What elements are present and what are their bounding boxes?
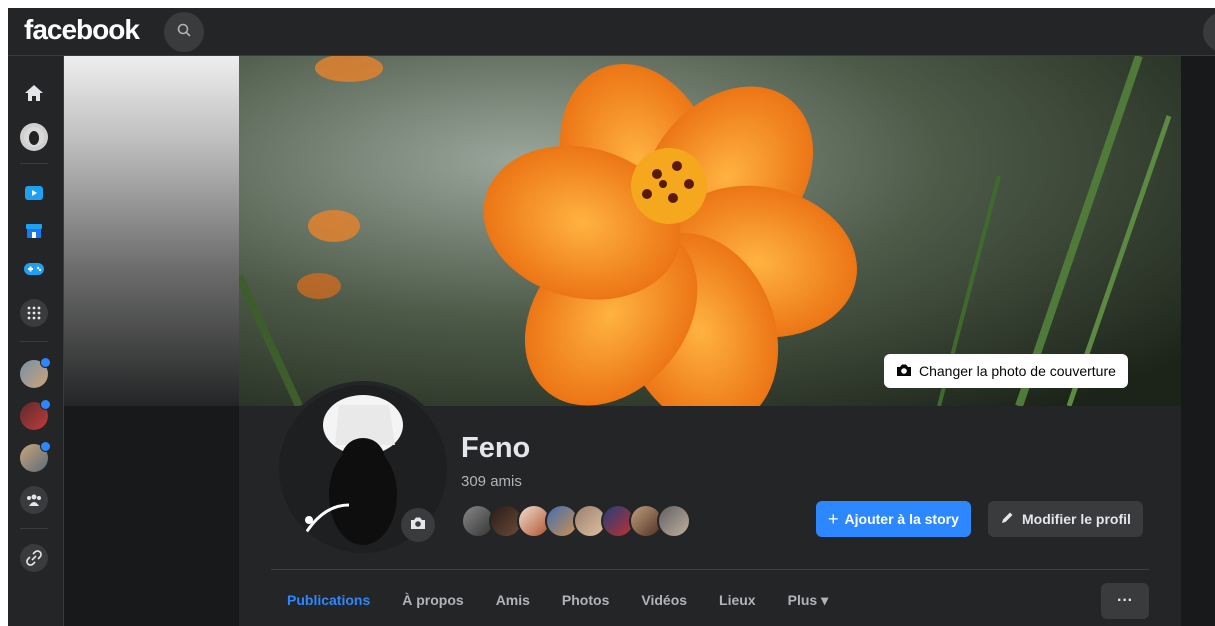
edit-profile-button[interactable]: Modifier le profil: [988, 501, 1143, 537]
marketplace-icon[interactable]: [20, 217, 48, 245]
camera-icon: [896, 363, 912, 380]
group-shortcut-2[interactable]: [20, 399, 51, 430]
group-shortcut-3[interactable]: [20, 441, 51, 472]
cover-left-fade: [64, 56, 239, 406]
tab-more[interactable]: Plus ▾: [772, 578, 844, 622]
add-to-story-label: Ajouter à la story: [844, 511, 959, 527]
tab-places[interactable]: Lieux: [703, 578, 772, 622]
change-cover-label: Changer la photo de couverture: [919, 363, 1116, 379]
edit-profile-label: Modifier le profil: [1022, 511, 1131, 527]
watch-icon[interactable]: [20, 179, 48, 207]
home-icon[interactable]: [20, 79, 48, 107]
tab-about[interactable]: À propos: [386, 578, 479, 622]
search-icon: [177, 23, 191, 42]
add-to-story-button[interactable]: + Ajouter à la story: [816, 501, 971, 537]
facebook-logo[interactable]: facebook: [24, 14, 140, 46]
app-frame: facebook Changer la photo de couverture …: [8, 8, 1215, 626]
menu-grid-icon[interactable]: [20, 299, 48, 327]
left-shortcut-rail: [8, 56, 64, 626]
update-avatar-button[interactable]: [401, 508, 435, 542]
profile-name: Feno: [461, 432, 531, 464]
tab-photos[interactable]: Photos: [546, 578, 625, 622]
account-menu-button[interactable]: [1203, 12, 1215, 52]
tab-friends[interactable]: Amis: [480, 578, 546, 622]
groups-icon[interactable]: [20, 486, 48, 514]
link-icon[interactable]: [20, 544, 48, 572]
profile-tabs: Publications À propos Amis Photos Vidéos…: [271, 578, 844, 626]
more-options-button[interactable]: ···: [1101, 583, 1149, 619]
notification-dot: [40, 357, 51, 368]
top-navigation-bar: facebook: [8, 8, 1215, 56]
notification-dot: [40, 399, 51, 410]
search-button[interactable]: [164, 12, 204, 52]
tab-publications[interactable]: Publications: [271, 578, 386, 622]
friend-avatars-row: [461, 504, 701, 538]
plus-icon: +: [828, 508, 839, 529]
change-cover-button[interactable]: Changer la photo de couverture: [884, 354, 1128, 388]
profile-divider: [271, 569, 1149, 570]
friends-count-link[interactable]: 309 amis: [461, 473, 522, 490]
tab-videos[interactable]: Vidéos: [625, 578, 703, 622]
friend-avatar[interactable]: [657, 504, 691, 538]
profile-shortcut-avatar[interactable]: [20, 123, 48, 151]
cover-photo[interactable]: Changer la photo de couverture: [239, 56, 1181, 406]
camera-icon: [410, 516, 426, 535]
pencil-icon: [1000, 511, 1014, 528]
group-shortcut-1[interactable]: [20, 357, 51, 388]
gaming-icon[interactable]: [20, 255, 48, 283]
notification-dot: [40, 441, 51, 452]
